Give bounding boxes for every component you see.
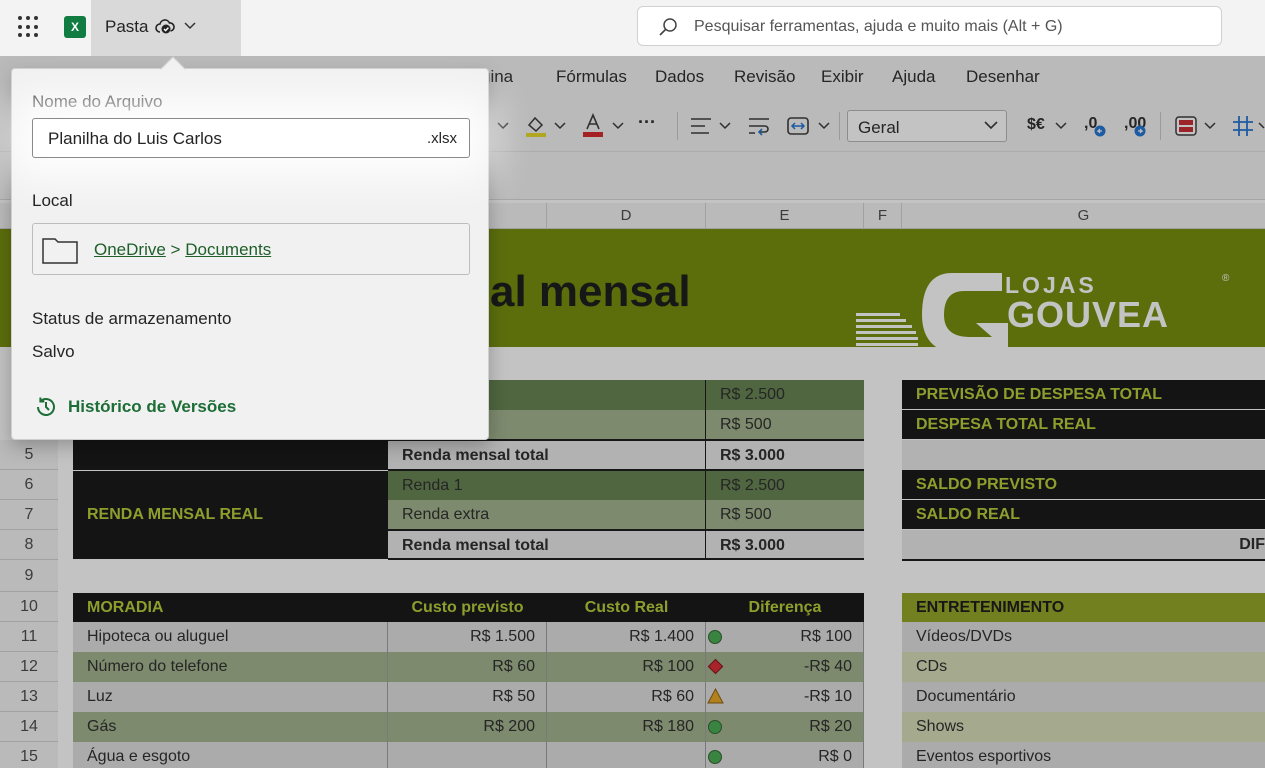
filename-extension: .xlsx	[427, 130, 457, 147]
file-info-panel: Nome do Arquivo Planilha do Luis Carlos …	[11, 56, 489, 440]
location-separator: >	[170, 240, 181, 259]
file-info-button[interactable]: Pasta	[91, 0, 241, 56]
excel-icon[interactable]: X	[64, 16, 86, 38]
location-field: OneDrive > Documents	[32, 223, 470, 275]
chevron-down-icon	[184, 22, 196, 30]
location-path: OneDrive > Documents	[94, 240, 271, 260]
storage-status-label: Status de armazenamento	[32, 309, 232, 328]
search-icon	[659, 18, 677, 36]
history-icon	[37, 397, 55, 416]
title-bar: X Pasta Pesquisar ferramentas, ajuda e m…	[0, 0, 1265, 56]
cloud-sync-icon	[155, 19, 175, 34]
workbook-location-label: Pasta	[105, 17, 149, 36]
search-input[interactable]: Pesquisar ferramentas, ajuda e muito mai…	[637, 6, 1222, 46]
filename-value[interactable]: Planilha do Luis Carlos	[48, 129, 222, 149]
folder-icon	[42, 238, 78, 264]
location-onedrive-link[interactable]: OneDrive	[94, 240, 166, 259]
location-label: Local	[32, 191, 73, 210]
version-history-link[interactable]: Histórico de Versões	[34, 395, 236, 419]
filename-field[interactable]: Planilha do Luis Carlos .xlsx	[32, 118, 470, 158]
location-documents-link[interactable]: Documents	[185, 240, 271, 259]
version-history-label: Histórico de Versões	[68, 397, 237, 416]
search-placeholder: Pesquisar ferramentas, ajuda e muito mai…	[694, 18, 1063, 35]
storage-status-value: Salvo	[32, 342, 75, 361]
app-launcher-icon[interactable]	[18, 16, 40, 38]
filename-label: Nome do Arquivo	[32, 92, 163, 111]
